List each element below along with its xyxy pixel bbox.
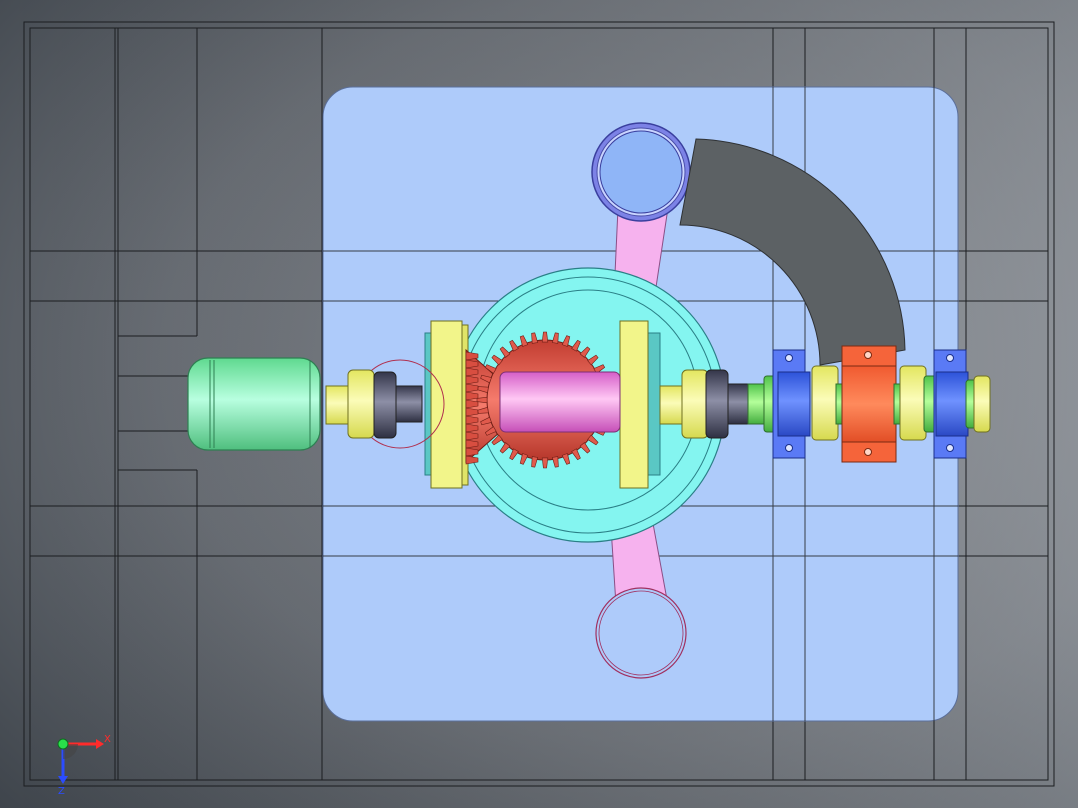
gear-tooth (541, 457, 549, 469)
collar-right[interactable] (899, 365, 927, 441)
upper-eye-ring[interactable] (591, 122, 691, 222)
center-shaft[interactable] (499, 371, 621, 433)
gear-tooth (476, 396, 488, 404)
left-mount-block[interactable] (772, 349, 811, 459)
collar-left[interactable] (811, 365, 839, 441)
left-bearing-plate[interactable] (430, 320, 463, 489)
pillow-block-bearing[interactable] (841, 345, 897, 463)
drive-motor[interactable] (187, 357, 321, 451)
cad-viewport[interactable]: X Z (0, 0, 1078, 808)
shaft-end-cap[interactable] (973, 375, 991, 433)
gear-tooth (541, 331, 549, 343)
z-axis-label: Z (58, 786, 65, 797)
right-bearing-plate[interactable] (619, 320, 649, 489)
right-mount-block[interactable] (933, 349, 969, 459)
x-axis-label: X (104, 734, 111, 745)
lower-eye-ring[interactable] (595, 587, 687, 679)
triad-origin (57, 738, 69, 750)
